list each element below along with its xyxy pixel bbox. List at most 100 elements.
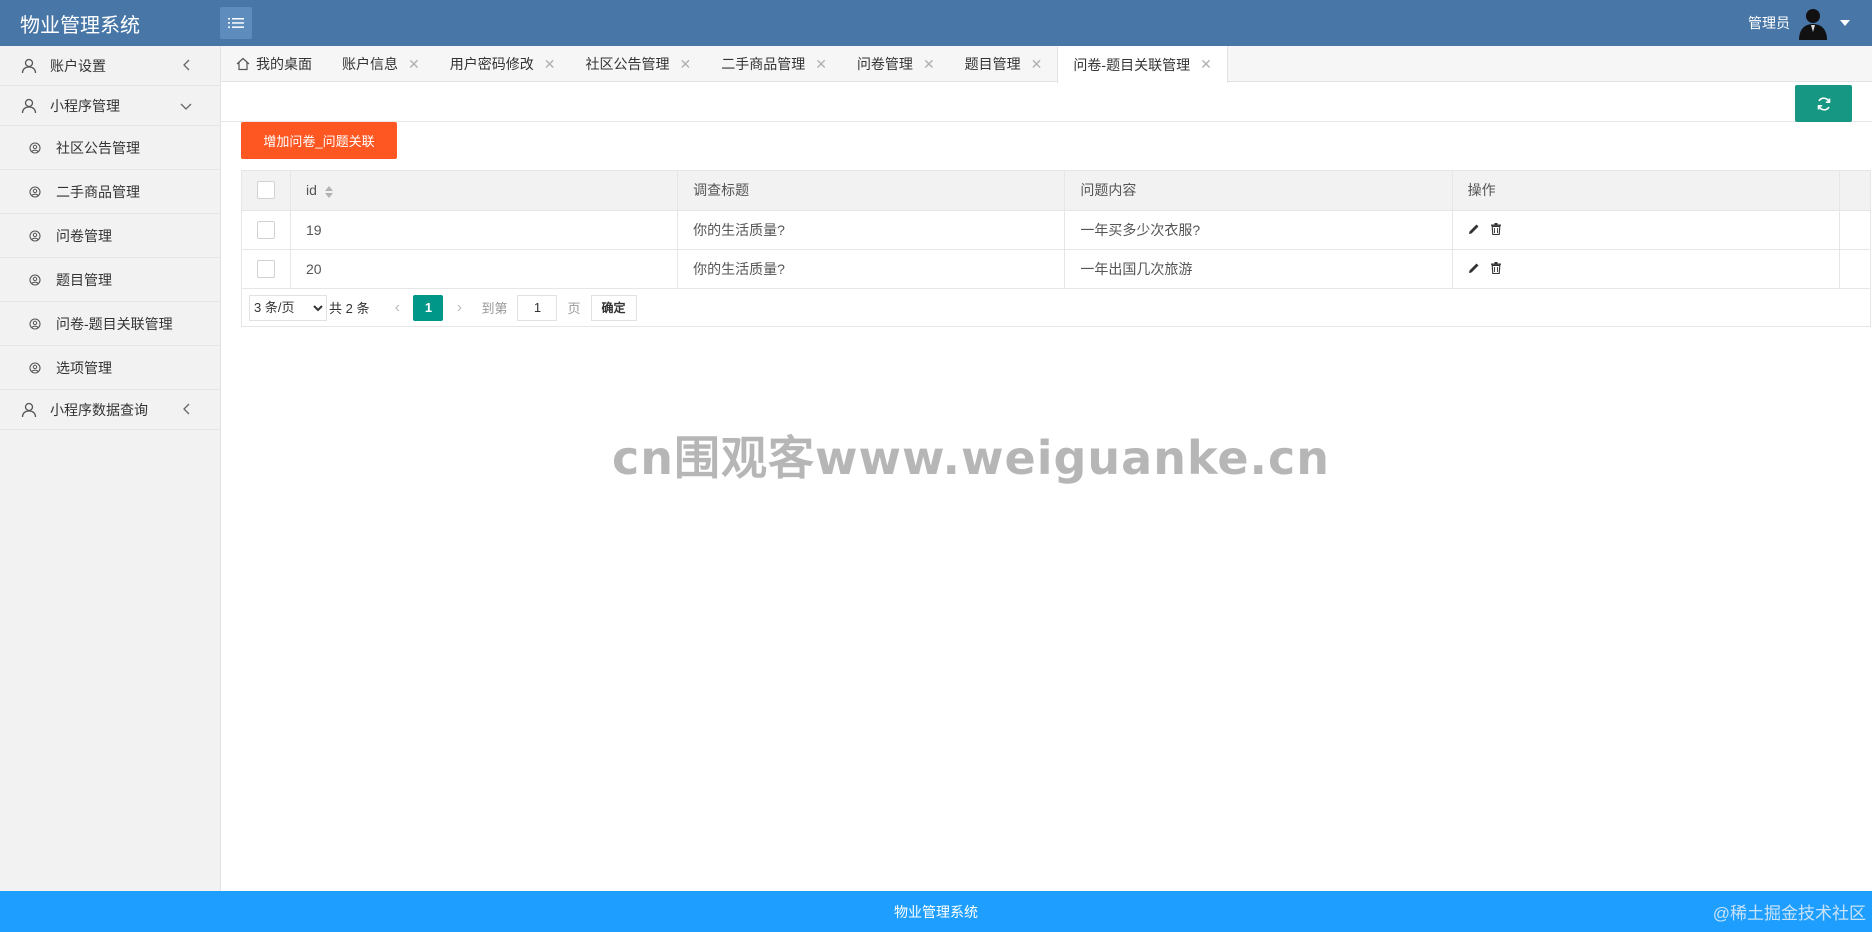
sidebar-item-label: 二手商品管理 (56, 183, 140, 200)
tab-label: 题目管理 (964, 56, 1021, 72)
cell-actions (1452, 210, 1840, 250)
confirm-goto-button[interactable]: 确定 (590, 294, 637, 321)
sidebar-item-label: 问卷-题目关联管理 (56, 315, 173, 332)
sidebar-item-label: 小程序数据查询 (50, 401, 148, 418)
edit-icon[interactable] (1468, 262, 1480, 274)
footer: 物业管理系统 @稀土掘金技术社区 (0, 891, 1872, 932)
sidebar-item-label: 账户设置 (50, 57, 106, 74)
scrollbar-gutter (1839, 249, 1872, 289)
cell-question: 一年买多少次衣服? (1064, 210, 1453, 250)
refresh-button[interactable] (1795, 85, 1852, 122)
close-icon[interactable]: ✕ (923, 56, 935, 73)
sidebar-subitem-question[interactable]: 题目管理 (0, 258, 220, 302)
select-all-checkbox[interactable] (257, 181, 275, 200)
sidebar-item-label: 问卷管理 (56, 227, 112, 244)
menu-toggle-button[interactable] (220, 7, 252, 39)
row-checkbox[interactable] (257, 220, 275, 239)
trash-icon[interactable] (1490, 222, 1502, 235)
current-page-button[interactable]: 1 (413, 294, 444, 321)
scrollbar-gutter (1839, 171, 1872, 211)
cell-question: 一年出国几次旅游 (1064, 249, 1453, 289)
cell-id: 20 (290, 249, 679, 289)
user-circle-icon (28, 317, 42, 331)
user-circle-icon (28, 141, 42, 155)
close-icon[interactable]: ✕ (408, 56, 420, 73)
chevron-down-icon (180, 98, 192, 114)
chevron-down-icon (1840, 20, 1850, 26)
refresh-icon (1817, 96, 1830, 111)
tab-survey-question-link[interactable]: 问卷-题目关联管理 ✕ (1057, 46, 1228, 83)
cell-actions (1452, 249, 1840, 289)
sidebar-subitem-secondhand[interactable]: 二手商品管理 (0, 170, 220, 214)
page-size-select[interactable]: 3 条/页 (249, 294, 327, 321)
user-name: 管理员 (1748, 15, 1790, 31)
avatar-icon (1799, 9, 1827, 40)
top-header: 物业管理系统 管理员 (0, 0, 1872, 46)
column-header-actions: 操作 (1452, 171, 1840, 211)
user-icon (20, 401, 38, 419)
add-link-button[interactable]: 增加问卷_问题关联 (241, 122, 397, 159)
scrollbar-gutter (1839, 210, 1872, 250)
sidebar-item-data-query[interactable]: 小程序数据查询 (0, 390, 220, 430)
column-header-id[interactable]: id (290, 171, 679, 211)
tab-label: 我的桌面 (256, 56, 312, 72)
sidebar-subitem-survey[interactable]: 问卷管理 (0, 214, 220, 258)
page-unit-label: 页 (567, 301, 581, 316)
close-icon[interactable]: ✕ (815, 56, 827, 73)
divider (221, 121, 1872, 122)
home-icon (236, 57, 250, 71)
footer-text: 物业管理系统 (894, 903, 978, 920)
close-icon[interactable]: ✕ (544, 56, 556, 73)
tab-notice[interactable]: 社区公告管理 ✕ (570, 46, 706, 82)
trash-icon[interactable] (1490, 261, 1502, 274)
cell-title: 你的生活质量? (677, 210, 1066, 250)
sidebar-item-account-settings[interactable]: 账户设置 (0, 46, 220, 86)
community-watermark: @稀土掘金技术社区 (1712, 904, 1866, 923)
next-page-icon[interactable]: › (445, 299, 473, 317)
sidebar-item-label: 社区公告管理 (56, 139, 140, 156)
watermark: cn围观客www.weiguanke.cn (612, 431, 1331, 485)
row-checkbox-cell (242, 249, 291, 289)
column-header-question: 问题内容 (1064, 171, 1453, 211)
sidebar-item-label: 题目管理 (56, 271, 112, 288)
sort-icon[interactable] (324, 185, 333, 198)
tab-desktop[interactable]: 我的桌面 (221, 46, 327, 82)
user-circle-icon (28, 229, 42, 243)
header-checkbox-cell (242, 171, 291, 211)
goto-label: 到第 (481, 301, 508, 316)
row-checkbox[interactable] (257, 259, 275, 278)
cell-title: 你的生活质量? (677, 249, 1066, 289)
user-icon (20, 57, 38, 75)
tab-label: 账户信息 (342, 56, 398, 72)
column-header-title: 调查标题 (677, 171, 1066, 211)
user-icon (20, 97, 38, 115)
user-menu[interactable]: 管理员 (1748, 6, 1850, 40)
tab-password-change[interactable]: 用户密码修改 ✕ (435, 46, 571, 82)
tab-question[interactable]: 题目管理 ✕ (950, 46, 1058, 82)
user-circle-icon (28, 185, 42, 199)
tab-survey[interactable]: 问卷管理 ✕ (842, 46, 950, 82)
sidebar-item-miniprogram[interactable]: 小程序管理 (0, 86, 220, 126)
sidebar-subitem-options[interactable]: 选项管理 (0, 346, 220, 390)
sidebar-subitem-survey-question-link[interactable]: 问卷-题目关联管理 (0, 302, 220, 346)
prev-page-icon[interactable]: ‹ (383, 299, 411, 317)
chevron-left-icon (182, 402, 192, 418)
tab-secondhand[interactable]: 二手商品管理 ✕ (706, 46, 842, 82)
edit-icon[interactable] (1468, 223, 1480, 235)
tab-account-info[interactable]: 账户信息 ✕ (327, 46, 435, 82)
close-icon[interactable]: ✕ (1031, 56, 1043, 73)
data-table: id 调查标题 问题内容 操作 19 你的生活质量? 一年买多少次衣服? 20 … (241, 170, 1872, 327)
close-icon[interactable]: ✕ (679, 56, 691, 73)
total-count: 共 2 条 (329, 301, 370, 316)
goto-page-input[interactable] (517, 294, 558, 321)
pagination: 3 条/页 共 2 条 ‹ 1 › 到第 页 确定 (242, 288, 1870, 327)
user-circle-icon (28, 361, 42, 375)
table-row: 20 你的生活质量? 一年出国几次旅游 (242, 249, 1872, 289)
sidebar-subitem-notice[interactable]: 社区公告管理 (0, 126, 220, 170)
tab-bar: 我的桌面 账户信息 ✕ 用户密码修改 ✕ 社区公告管理 ✕ 二手商品管理 ✕ 问… (221, 46, 1872, 83)
tab-label: 二手商品管理 (721, 56, 806, 72)
tab-label: 用户密码修改 (449, 56, 534, 72)
tab-label: 社区公告管理 (585, 56, 670, 72)
table-row: 19 你的生活质量? 一年买多少次衣服? (242, 210, 1872, 250)
close-icon[interactable]: ✕ (1200, 56, 1212, 73)
